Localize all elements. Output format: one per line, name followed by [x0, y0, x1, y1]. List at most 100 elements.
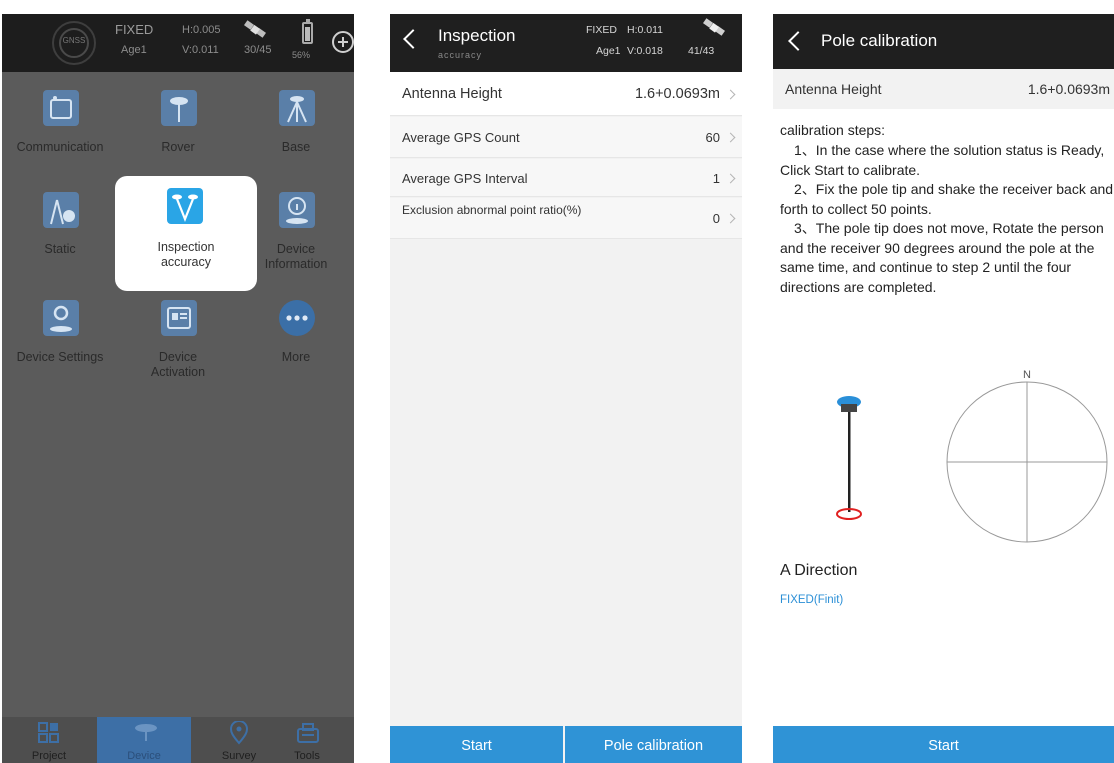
row-label: Antenna Height — [785, 81, 882, 97]
inspection-accuracy-icon — [167, 188, 203, 224]
tile-static[interactable]: Static — [2, 182, 118, 286]
calibration-steps: 1、In the case where the solution status … — [780, 141, 1114, 297]
fix-status: FIXED — [586, 24, 617, 36]
antenna-height-row[interactable]: Antenna Height 1.6+0.0693m — [390, 72, 742, 116]
tab-project[interactable]: Project — [2, 717, 96, 763]
step-1: 1、In the case where the solution status … — [780, 142, 1105, 178]
more-icon — [279, 300, 315, 336]
row-label: Exclusion abnormal point ratio(%) — [402, 203, 582, 217]
back-icon[interactable] — [403, 29, 423, 49]
back-icon[interactable] — [788, 31, 808, 51]
device-settings-icon — [43, 300, 79, 336]
project-icon — [38, 722, 59, 743]
age: Age1 — [121, 44, 147, 56]
tile-device-activation[interactable]: Device Activation — [120, 290, 236, 394]
add-icon[interactable] — [332, 31, 354, 53]
device-icon — [135, 724, 157, 741]
tile-more[interactable]: More — [238, 290, 354, 394]
row-label: Average GPS Interval — [402, 171, 528, 186]
satellite-count: 41/43 — [688, 45, 715, 57]
tile-label: Inspection accuracy — [115, 240, 257, 270]
tile-label-line-2: accuracy — [160, 255, 212, 269]
solution-status: FIXED(Finit) — [780, 594, 844, 606]
tab-label: Device — [127, 750, 161, 762]
chevron-right-icon — [725, 173, 736, 184]
tile-device-settings[interactable]: Device Settings — [2, 290, 118, 394]
tab-label: Tools — [294, 750, 320, 762]
tile-label: Static — [44, 242, 76, 256]
exclusion-ratio-row[interactable]: Exclusion abnormal point ratio(%) 0 — [390, 198, 742, 239]
tile-label: Rover — [161, 140, 195, 154]
tile-label: Communication — [16, 140, 104, 154]
start-button[interactable]: Start — [773, 726, 1114, 763]
header: Inspection accuracy FIXED H:0.011 Age1 V… — [390, 14, 742, 72]
tile-label-line-2: Activation — [150, 365, 206, 379]
header: Pole calibration — [773, 14, 1114, 69]
base-icon — [279, 90, 315, 126]
tools-icon — [297, 723, 319, 743]
tile-communication[interactable]: Communication — [2, 80, 118, 184]
tab-label: Project — [31, 750, 67, 762]
pole-calibration-button[interactable]: Pole calibration — [565, 726, 742, 763]
tile-label-line-1: Inspection — [157, 240, 215, 254]
page-title-overflow: accuracy — [438, 50, 483, 60]
row-value: 1 — [712, 171, 720, 186]
tile-label-line-1: Device — [158, 350, 198, 364]
satellite-icon — [244, 20, 266, 38]
tile-device-information[interactable]: Device Information — [238, 182, 354, 286]
average-gps-count-row[interactable]: Average GPS Count 60 — [390, 117, 742, 158]
fix-status: FIXED — [115, 22, 154, 37]
compass-diagram — [946, 381, 1108, 543]
inspection-accuracy-screen: Inspection accuracy FIXED H:0.011 Age1 V… — [390, 14, 742, 763]
pole-illustration — [836, 396, 862, 520]
step-3: 3、The pole tip does not move, Rotate the… — [780, 220, 1104, 295]
static-icon — [43, 192, 79, 228]
row-value: 1.6+0.0693m — [1027, 81, 1110, 97]
tile-base[interactable]: Base — [238, 80, 354, 184]
tile-inspection-accuracy[interactable]: Inspection accuracy — [115, 176, 257, 291]
v-precision: V:0.018 — [627, 45, 663, 57]
device-menu-screen: GNSS FIXED H:0.005 Age1 V:0.011 30/45 56… — [2, 14, 354, 763]
battery-icon — [302, 19, 313, 44]
survey-icon — [229, 721, 249, 745]
page-title: Pole calibration — [821, 31, 938, 50]
battery-level: 56% — [292, 50, 311, 60]
satellite-count: 30/45 — [244, 44, 272, 56]
chevron-right-icon — [725, 89, 736, 100]
step-2: 2、Fix the pole tip and shake the receive… — [780, 181, 1114, 217]
row-value: 60 — [705, 130, 720, 145]
tile-label-line-2: Information — [264, 257, 328, 271]
antenna-height-row[interactable]: Antenna Height 1.6+0.0693m — [773, 69, 1114, 109]
pole-calibration-screen: Pole calibration Antenna Height 1.6+0.06… — [773, 14, 1114, 763]
gnss-dial-label: GNSS — [62, 36, 86, 45]
row-value: 0 — [712, 211, 720, 226]
direction-label: A Direction — [780, 562, 858, 579]
bottom-tab-bar: Project Device Survey Tools — [2, 717, 354, 763]
tile-label: Device Information — [238, 242, 354, 272]
tab-device[interactable]: Device — [97, 717, 191, 763]
compass-north-label: N — [1023, 369, 1031, 381]
steps-title: calibration steps: — [780, 122, 886, 138]
age: Age1 — [596, 45, 621, 57]
rover-icon — [161, 90, 197, 126]
h-precision: H:0.011 — [627, 24, 663, 36]
average-gps-interval-row[interactable]: Average GPS Interval 1 — [390, 159, 742, 197]
tab-tools[interactable]: Tools — [260, 717, 354, 763]
row-label: Average GPS Count — [402, 130, 520, 145]
start-button[interactable]: Start — [390, 726, 563, 763]
chevron-right-icon — [725, 132, 736, 143]
gnss-dial[interactable]: GNSS — [52, 21, 96, 65]
info-icon — [279, 192, 315, 228]
row-label: Antenna Height — [402, 86, 502, 102]
satellite-icon — [703, 18, 725, 36]
tile-label: Base — [281, 140, 311, 154]
tile-rover[interactable]: Rover — [120, 80, 236, 184]
tile-label-line-1: Device — [276, 242, 316, 256]
tile-label: More — [281, 350, 311, 364]
h-precision: H:0.005 — [182, 24, 221, 36]
device-activation-icon — [161, 300, 197, 336]
status-bar: GNSS FIXED H:0.005 Age1 V:0.011 30/45 56… — [2, 14, 354, 72]
chevron-right-icon — [725, 213, 736, 224]
row-value: 1.6+0.0693m — [634, 86, 720, 102]
v-precision: V:0.011 — [182, 44, 219, 56]
